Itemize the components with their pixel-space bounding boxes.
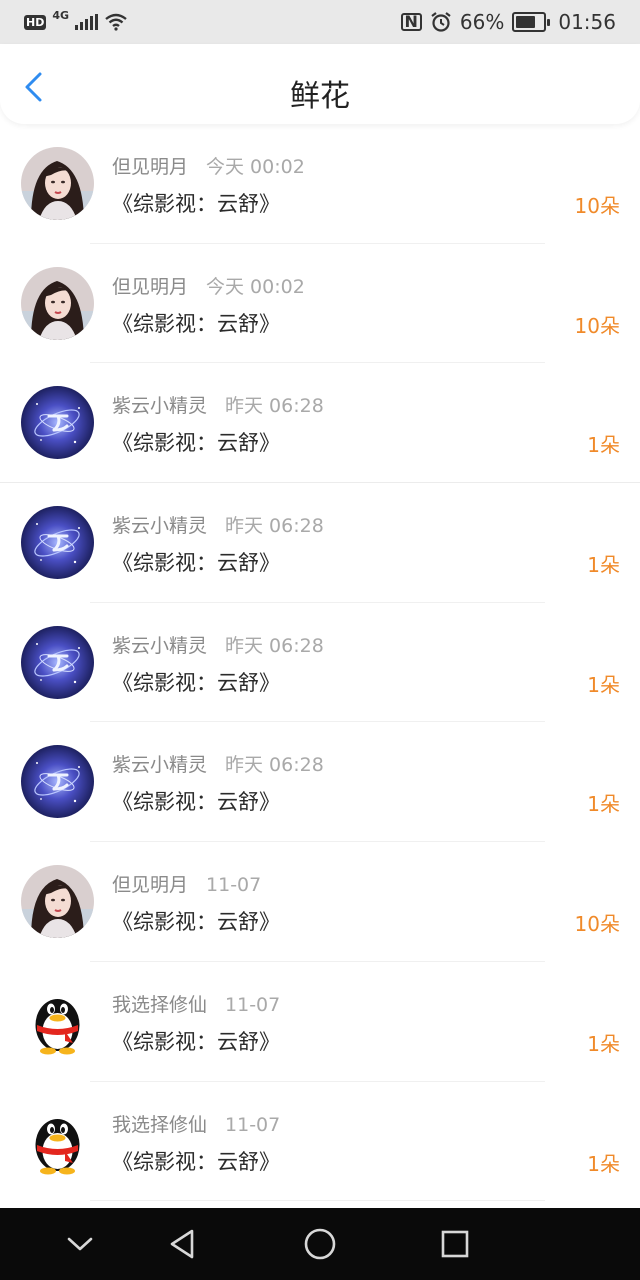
battery-icon xyxy=(512,12,551,32)
send-time: 今天 00:02 xyxy=(206,156,305,178)
recents-square-icon[interactable] xyxy=(439,1208,471,1280)
avatar[interactable] xyxy=(21,625,94,699)
book-title: 《综影视：云舒》 xyxy=(112,1149,280,1174)
sender-name: 紫云小精灵 昨天 06:28 xyxy=(112,631,324,658)
send-time: 昨天 06:28 xyxy=(225,754,324,777)
sender-name-text: 但见明月 xyxy=(112,156,189,178)
send-time: 昨天 06:28 xyxy=(225,515,324,538)
status-time: 01:56 xyxy=(558,10,616,34)
system-nav-bar xyxy=(0,1208,640,1280)
flower-count: 10朵 xyxy=(574,313,620,338)
app-header: 鲜花 xyxy=(0,44,640,124)
send-time: 昨天 06:28 xyxy=(225,395,324,418)
avatar[interactable] xyxy=(21,865,94,939)
home-circle-icon[interactable] xyxy=(302,1208,338,1280)
network-type: 4G xyxy=(52,9,70,22)
avatar[interactable] xyxy=(21,147,94,220)
book-title: 《综影视：云舒》 xyxy=(112,910,280,935)
list-item[interactable]: 但见明月 今天 00:02 《综影视：云舒》 10朵 xyxy=(0,124,640,244)
flower-count: 1朵 xyxy=(587,792,620,817)
sender-name-text: 紫云小精灵 xyxy=(112,395,208,418)
sender-name: 但见明月 今天 00:02 xyxy=(112,272,305,299)
sender-name-text: 但见明月 xyxy=(112,275,189,298)
send-time: 11-07 xyxy=(225,993,281,1016)
book-title: 《综影视：云舒》 xyxy=(112,431,280,456)
sender-name: 紫云小精灵 昨天 06:28 xyxy=(112,511,324,538)
avatar[interactable] xyxy=(21,1104,94,1178)
collapse-icon[interactable] xyxy=(62,1208,98,1280)
send-time: 昨天 06:28 xyxy=(225,634,324,657)
avatar[interactable] xyxy=(21,745,94,819)
send-time: 今天 00:02 xyxy=(206,275,305,298)
sender-name-text: 紫云小精灵 xyxy=(112,754,208,777)
flower-count: 1朵 xyxy=(587,672,620,697)
divider xyxy=(90,1200,545,1202)
avatar[interactable] xyxy=(21,984,94,1058)
book-title: 《综影视：云舒》 xyxy=(112,1029,280,1054)
list-item[interactable]: 但见明月 今天 00:02 《综影视：云舒》 10朵 xyxy=(0,244,640,364)
book-title: 《综影视：云舒》 xyxy=(112,790,280,815)
status-bar: HD 4G N 66% 01:56 xyxy=(0,0,640,44)
avatar[interactable] xyxy=(21,506,94,580)
list-item[interactable]: 紫云小精灵 昨天 06:28 《综影视：云舒》 1朵 xyxy=(0,603,640,723)
sender-name-text: 紫云小精灵 xyxy=(112,515,208,538)
hd-icon: HD xyxy=(24,14,47,30)
flower-count: 1朵 xyxy=(587,1031,620,1056)
send-time: 11-07 xyxy=(225,1113,281,1136)
wifi-icon xyxy=(105,13,127,31)
flower-count: 10朵 xyxy=(574,912,620,937)
flower-count: 1朵 xyxy=(587,433,620,458)
page-title: 鲜花 xyxy=(290,79,350,114)
sender-name-text: 我选择修仙 xyxy=(112,1113,208,1136)
sender-name-text: 我选择修仙 xyxy=(112,993,208,1016)
list-item[interactable]: 但见明月 11-07 《综影视：云舒》 10朵 xyxy=(0,842,640,962)
sender-name-text: 紫云小精灵 xyxy=(112,634,208,657)
flower-count: 1朵 xyxy=(587,553,620,578)
signal-icon xyxy=(75,14,99,30)
sender-name: 我选择修仙 11-07 xyxy=(112,1110,280,1137)
nfc-icon: N xyxy=(400,13,422,31)
battery-percent: 66% xyxy=(459,10,505,34)
sender-name: 但见明月 今天 00:02 xyxy=(112,152,305,179)
list-item[interactable]: 我选择修仙 11-07 《综影视：云舒》 1朵 xyxy=(0,1082,640,1202)
alarm-icon xyxy=(431,12,451,32)
book-title: 《综影视：云舒》 xyxy=(112,670,280,695)
sender-name: 但见明月 11-07 xyxy=(112,870,261,897)
book-title: 《综影视：云舒》 xyxy=(112,311,280,336)
list-item[interactable]: 紫云小精灵 昨天 06:28 《综影视：云舒》 1朵 xyxy=(0,363,640,484)
list-item[interactable]: 我选择修仙 11-07 《综影视：云舒》 1朵 xyxy=(0,962,640,1082)
avatar[interactable] xyxy=(21,386,94,460)
flower-count: 10朵 xyxy=(574,194,620,218)
back-triangle-icon[interactable] xyxy=(166,1208,200,1280)
flower-record-list: 但见明月 今天 00:02 《综影视：云舒》 10朵 但见明月 今天 00:02 《综影视：… xyxy=(0,124,640,1202)
sender-name: 我选择修仙 11-07 xyxy=(112,990,280,1017)
avatar[interactable] xyxy=(21,266,94,340)
sender-name: 紫云小精灵 昨天 06:28 xyxy=(112,391,324,418)
list-item[interactable]: 紫云小精灵 昨天 06:28 《综影视：云舒》 1朵 xyxy=(0,722,640,843)
send-time: 11-07 xyxy=(206,874,262,897)
book-title: 《综影视：云舒》 xyxy=(112,551,280,576)
sender-name: 紫云小精灵 昨天 06:28 xyxy=(112,750,324,777)
flower-count: 1朵 xyxy=(587,1151,620,1176)
list-item[interactable]: 紫云小精灵 昨天 06:28 《综影视：云舒》 1朵 xyxy=(0,483,640,603)
sender-name-text: 但见明月 xyxy=(112,874,189,897)
book-title: 《综影视：云舒》 xyxy=(112,192,280,216)
